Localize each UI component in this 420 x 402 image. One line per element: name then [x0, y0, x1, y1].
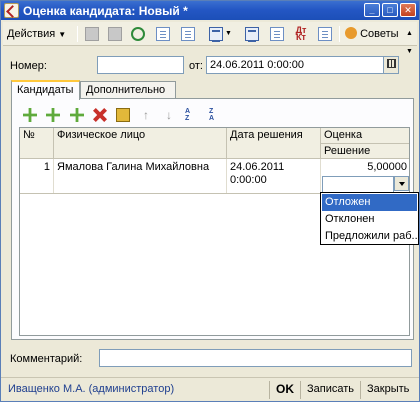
edit-icon[interactable] — [106, 25, 124, 43]
decision-time-value: 0:00:00 — [230, 174, 267, 186]
current-user-link[interactable]: Иващенко М.А. (администратор) — [8, 383, 174, 395]
toolbar: Действия ▼ ▼ Дт Кт Советы ▲ ▼ — [3, 22, 417, 55]
end-edit-icon[interactable] — [115, 107, 131, 123]
bottom-bar: Иващенко М.А. (администратор) OK Записат… — [1, 377, 419, 401]
create-based-dropdown-icon[interactable]: ▼ — [225, 25, 233, 43]
help-icon[interactable] — [316, 25, 334, 43]
dropdown-option-offered-job[interactable]: Предложили раб... — [322, 228, 417, 245]
from-label: от: — [189, 60, 203, 72]
calendar-icon — [386, 59, 396, 68]
window-title: Оценка кандидата: Новый * — [23, 4, 188, 18]
structure-icon[interactable] — [243, 25, 261, 43]
delete-row-icon[interactable] — [92, 107, 108, 123]
add-row-icon[interactable] — [22, 107, 38, 123]
decision-select[interactable] — [322, 176, 394, 193]
column-header-rating[interactable]: Оценка — [321, 128, 409, 144]
decision-dropdown-list: Отложен Отклонен Предложили раб... — [320, 192, 419, 245]
table-cell-num[interactable]: 1 — [20, 159, 54, 193]
minimize-button[interactable]: _ — [364, 3, 380, 17]
column-header-decision[interactable]: Решение — [321, 144, 409, 159]
ok-button[interactable]: OK — [276, 382, 294, 396]
move-down-icon[interactable]: ↓ — [161, 107, 177, 123]
column-header-decision-date[interactable]: Дата решения — [227, 128, 321, 159]
debit-credit-icon[interactable]: Дт Кт — [292, 25, 310, 43]
number-label: Номер: — [10, 60, 47, 72]
table-cell-decision-date[interactable]: 24.06.2011 0:00:00 — [227, 159, 321, 193]
dropdown-arrow-icon: ▼ — [58, 30, 67, 39]
decision-dropdown-button[interactable] — [394, 176, 409, 191]
sort-ascending-icon[interactable]: AZ — [184, 107, 200, 123]
tab-additional[interactable]: Дополнительно — [80, 81, 176, 99]
maximize-button[interactable]: □ — [382, 3, 398, 17]
write-button[interactable]: Записать — [307, 383, 354, 395]
column-header-person[interactable]: Физическое лицо — [54, 128, 227, 159]
date-field[interactable]: 24.06.2011 0:00:00 — [206, 56, 384, 74]
dropdown-option-postponed[interactable]: Отложен — [322, 194, 417, 211]
document-window: Оценка кандидата: Новый * _ □ ✕ Действия… — [0, 0, 420, 402]
move-up-icon[interactable]: ↑ — [138, 107, 154, 123]
close-window-button[interactable]: ✕ — [400, 3, 416, 17]
column-header-num[interactable]: № — [20, 128, 54, 159]
comment-field[interactable] — [99, 349, 412, 367]
actions-menu-label: Действия — [7, 28, 56, 40]
create-based-on-icon[interactable] — [207, 25, 225, 43]
post-document-icon[interactable] — [154, 25, 172, 43]
tips-label: Советы — [360, 28, 399, 40]
calendar-button[interactable] — [383, 56, 399, 74]
table-cell-rating[interactable]: 5,00000 — [321, 159, 409, 176]
number-field[interactable] — [97, 56, 184, 74]
report-icon[interactable] — [268, 25, 286, 43]
title-bar[interactable]: Оценка кандидата: Новый * _ □ ✕ — [1, 1, 419, 20]
close-button[interactable]: Закрыть — [367, 383, 409, 395]
tab-candidates[interactable]: Кандидаты — [11, 80, 80, 100]
table-cell-person[interactable]: Ямалова Галина Михайловна — [54, 159, 227, 193]
decision-date-value: 24.06.2011 — [230, 161, 285, 173]
refresh-icon[interactable] — [129, 25, 147, 43]
document-icon — [4, 3, 19, 18]
comment-label: Комментарий: — [10, 353, 83, 365]
toolbar-overflow-icon[interactable]: ▲ ▼ — [406, 25, 413, 55]
unpost-document-icon[interactable] — [179, 25, 197, 43]
copy-row-icon[interactable] — [45, 107, 61, 123]
actions-menu-button[interactable]: Действия ▼ — [7, 25, 66, 43]
edit-row-icon[interactable] — [69, 107, 85, 123]
tips-icon — [345, 27, 357, 39]
copy-icon[interactable] — [83, 25, 101, 43]
dropdown-option-rejected[interactable]: Отклонен — [322, 211, 417, 228]
tips-button[interactable]: Советы — [345, 25, 399, 43]
sort-descending-icon[interactable]: ZA — [208, 107, 224, 123]
